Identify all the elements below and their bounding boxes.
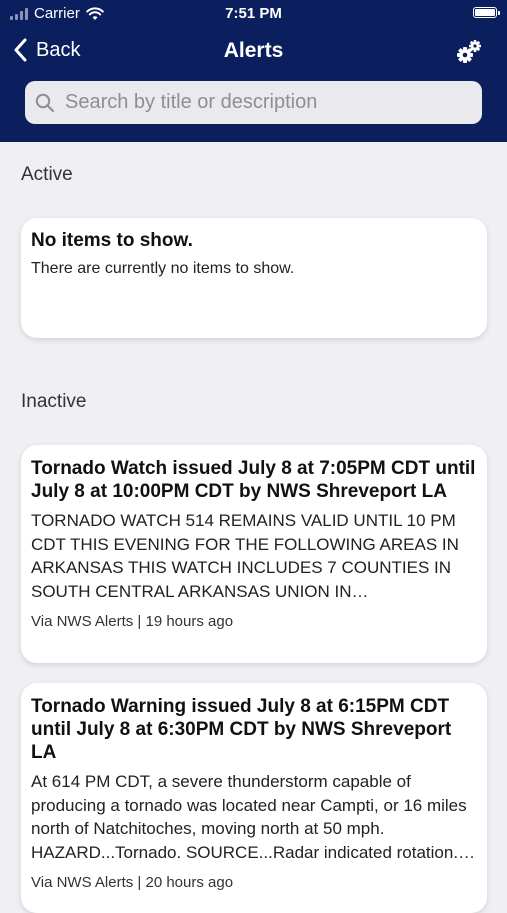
status-bar: Carrier 7:51 PM	[0, 0, 507, 28]
battery-icon	[473, 7, 500, 18]
section-label-active: Active	[21, 164, 73, 185]
settings-button[interactable]	[455, 38, 483, 66]
search-bar[interactable]	[25, 81, 482, 124]
back-button[interactable]: Back	[14, 38, 80, 62]
gears-icon	[457, 40, 481, 63]
section-label-inactive: Inactive	[21, 391, 87, 412]
alert-meta: Via NWS Alerts | 19 hours ago	[31, 613, 234, 630]
chevron-left-icon	[14, 38, 27, 62]
empty-state-text: There are currently no items to show.	[31, 260, 295, 277]
search-input[interactable]	[63, 90, 467, 115]
search-icon	[35, 93, 55, 112]
alert-description: At 614 PM CDT, a severe thunderstorm cap…	[31, 772, 476, 862]
alert-card[interactable]: Tornado Watch issued July 8 at 7:05PM CD…	[21, 445, 487, 663]
alert-description: TORNADO WATCH 514 REMAINS VALID UNTIL 10…	[31, 511, 459, 601]
empty-state-card: No items to show. There are currently no…	[21, 218, 487, 338]
alert-meta: Via NWS Alerts | 20 hours ago	[31, 874, 234, 891]
back-label: Back	[36, 38, 81, 61]
header: Carrier 7:51 PM Back Alerts	[0, 0, 507, 142]
alert-title: Tornado Watch issued July 8 at 7:05PM CD…	[31, 458, 476, 502]
nav-bar: Back Alerts	[0, 30, 507, 74]
status-time: 7:51 PM	[225, 5, 282, 22]
alert-card[interactable]: Tornado Warning issued July 8 at 6:15PM …	[21, 683, 487, 913]
alert-title: Tornado Warning issued July 8 at 6:15PM …	[31, 696, 452, 763]
empty-state-title: No items to show.	[31, 230, 193, 251]
